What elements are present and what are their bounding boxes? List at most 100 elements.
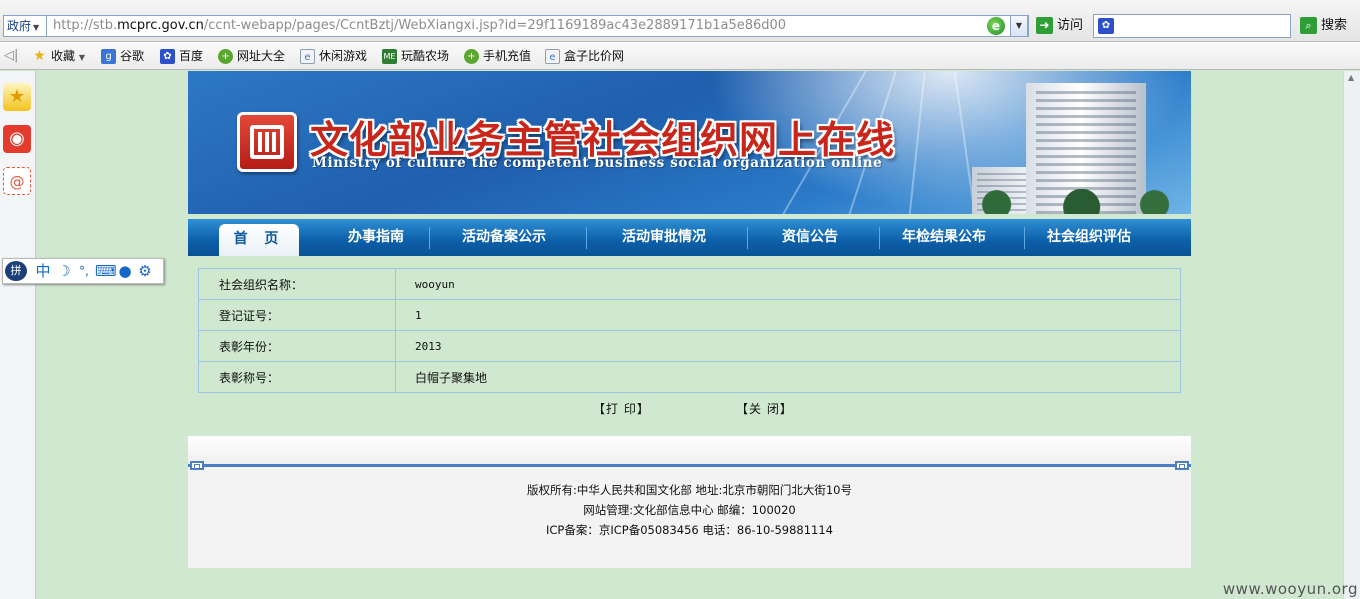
ime-mode-toggle[interactable]: 中 (34, 261, 52, 281)
site-banner: 文化部业务主管社会组织网上在线 Ministry of culture the … (188, 71, 1191, 215)
nav-activity-approval[interactable]: 活动审批情况 (622, 219, 706, 256)
globe-icon: + (464, 49, 479, 64)
field-label: 社会组织名称： (198, 268, 396, 300)
vertical-scrollbar[interactable]: ▲ (1343, 71, 1360, 599)
field-value: 白帽子聚集地 (395, 361, 1181, 393)
main-nav: 首 页 办事指南 活动备案公示 活动审批情况 资信公告 年检结果公布 社会组织评… (188, 219, 1191, 256)
footer-icp: ICP备案：京ICP备05083456 电话：86-10-59881114 (546, 523, 833, 537)
page-icon: e (300, 49, 315, 64)
url-history-dropdown[interactable]: ▼ (1010, 15, 1028, 37)
globe-icon: + (218, 49, 233, 64)
nav-separator (429, 227, 430, 249)
nav-guide[interactable]: 办事指南 (348, 219, 404, 256)
bookmark-label: 谷歌 (120, 49, 145, 63)
print-link[interactable]: 【打 印】 (593, 400, 650, 417)
favorites-bar: ◁| ★ 收藏 ▼ g 谷歌 ✿ 百度 + 网址大全 e 休闲游戏 ME 玩酷农场 + 手机充… (0, 42, 1360, 70)
footer-rule (188, 464, 1191, 467)
browser-side-panel: ★ ◉ @ (0, 71, 36, 599)
email-icon[interactable]: @ (3, 167, 31, 195)
table-row: 社会组织名称： wooyun (198, 268, 1181, 300)
bookmark-hao123[interactable]: + 网址大全 (218, 48, 285, 64)
zone-selector[interactable]: 政府 ▼ (3, 15, 47, 37)
favorites-menu[interactable]: ★ 收藏 ▼ (32, 48, 85, 64)
bookmark-baidu[interactable]: ✿ 百度 (160, 48, 203, 64)
url-prefix: http://stb. (53, 18, 118, 33)
favorites-label: 收藏 (51, 49, 76, 63)
microphone-icon[interactable]: ● (116, 261, 134, 281)
google-icon: g (101, 49, 116, 64)
arrow-right-icon: ➜ (1036, 17, 1053, 34)
nav-activity-filing[interactable]: 活动备案公示 (462, 219, 546, 256)
star-icon: ★ (33, 48, 46, 64)
trees-image (948, 189, 1191, 215)
bookmark-label: 网址大全 (237, 49, 286, 63)
corner-ornament (1175, 461, 1189, 470)
nav-annual-results[interactable]: 年检结果公布 (902, 219, 986, 256)
url-path: /ccnt-webapp/pages/CcntBztj/WebXiangxi.j… (203, 18, 787, 33)
bookmark-google[interactable]: g 谷歌 (101, 48, 144, 64)
bookmark-games[interactable]: e 休闲游戏 (300, 48, 367, 64)
keyboard-icon[interactable]: ⌨ (95, 261, 117, 281)
weibo-icon[interactable]: ◉ (3, 125, 31, 153)
nav-separator (879, 227, 880, 249)
search-button-label: 搜索 (1321, 18, 1348, 33)
bookmark-hezi[interactable]: e 盒子比价网 (545, 48, 624, 64)
moon-icon[interactable]: ☽ (55, 261, 73, 281)
table-row: 表彰年份： 2013 (198, 330, 1181, 362)
browser-address-bar: 政府 ▼ http://stb.mcprc.gov.cn/ccnt-webapp/… (0, 0, 1360, 42)
nav-separator (586, 227, 587, 249)
bookmark-label: 盒子比价网 (564, 49, 625, 63)
search-input[interactable]: ✿ (1093, 14, 1291, 38)
baidu-icon: ✿ (160, 49, 175, 64)
gear-icon[interactable]: ⚙ (136, 261, 154, 281)
chevron-down-icon: ▼ (33, 23, 40, 32)
sidebar-toggle-icon[interactable]: ◁| (4, 48, 18, 64)
bookmark-recharge[interactable]: + 手机充值 (464, 48, 531, 64)
zone-label: 政府 (7, 19, 32, 33)
ime-toolbar: 拼 中 ☽ °, ⌨ ● ⚙ (2, 258, 164, 284)
action-links: 【打 印】 【关 闭】 (188, 400, 1191, 416)
go-button[interactable]: ➜ 访问 (1036, 16, 1083, 36)
footer-management: 网站管理:文化部信息中心 邮编：100020 (583, 503, 796, 517)
field-value: 1 (395, 299, 1181, 331)
corner-ornament (190, 461, 204, 470)
baidu-paw-icon: ✿ (1098, 18, 1114, 34)
field-label: 表彰称号： (198, 361, 396, 393)
search-button[interactable]: ⌕ 搜索 (1300, 16, 1347, 36)
table-row: 登记证号： 1 (198, 299, 1181, 331)
page-icon: e (545, 49, 560, 64)
site-subtitle: Ministry of culture the competent busine… (312, 155, 883, 171)
punctuation-icon[interactable]: °, (75, 261, 93, 281)
nav-credit-notice[interactable]: 资信公告 (782, 219, 838, 256)
bookmark-label: 休闲游戏 (319, 49, 368, 63)
footer-header (188, 436, 1191, 466)
nav-separator (747, 227, 748, 249)
search-icon: ⌕ (1300, 17, 1317, 34)
detail-table: 社会组织名称： wooyun 登记证号： 1 表彰年份： 2013 表彰称号： … (198, 268, 1181, 393)
go-button-label: 访问 (1057, 18, 1084, 33)
field-label: 表彰年份： (198, 330, 396, 362)
nav-org-evaluation[interactable]: 社会组织评估 (1047, 219, 1131, 256)
site-footer: 版权所有:中华人民共和国文化部 地址:北京市朝阳门北大街10号 网站管理:文化部… (188, 436, 1191, 568)
compatibility-icon[interactable]: e (987, 17, 1005, 35)
favorites-star-icon[interactable]: ★ (3, 83, 31, 111)
url-host: mcprc.gov.cn (117, 18, 204, 33)
nav-home[interactable]: 首 页 (219, 224, 299, 256)
watermark: www.wooyun.org (1222, 580, 1358, 598)
bookmark-label: 手机充值 (483, 49, 532, 63)
bookmark-label: 百度 (179, 49, 204, 63)
farm-icon: ME (382, 49, 397, 64)
field-label: 登记证号： (198, 299, 396, 331)
table-row: 表彰称号： 白帽子聚集地 (198, 361, 1181, 393)
field-value: wooyun (395, 268, 1181, 300)
scroll-up-icon[interactable]: ▲ (1348, 73, 1354, 82)
footer-copyright: 版权所有:中华人民共和国文化部 地址:北京市朝阳门北大街10号 (526, 483, 853, 497)
ime-logo-icon[interactable]: 拼 (5, 261, 27, 281)
close-link[interactable]: 【关 闭】 (736, 400, 793, 417)
ministry-logo (237, 112, 297, 172)
chevron-down-icon: ▼ (78, 53, 85, 62)
url-input[interactable]: http://stb.mcprc.gov.cn/ccnt-webapp/page… (47, 15, 1029, 37)
bookmark-label: 玩酷农场 (401, 49, 450, 63)
nav-separator (1024, 227, 1025, 249)
bookmark-farm[interactable]: ME 玩酷农场 (382, 48, 449, 64)
